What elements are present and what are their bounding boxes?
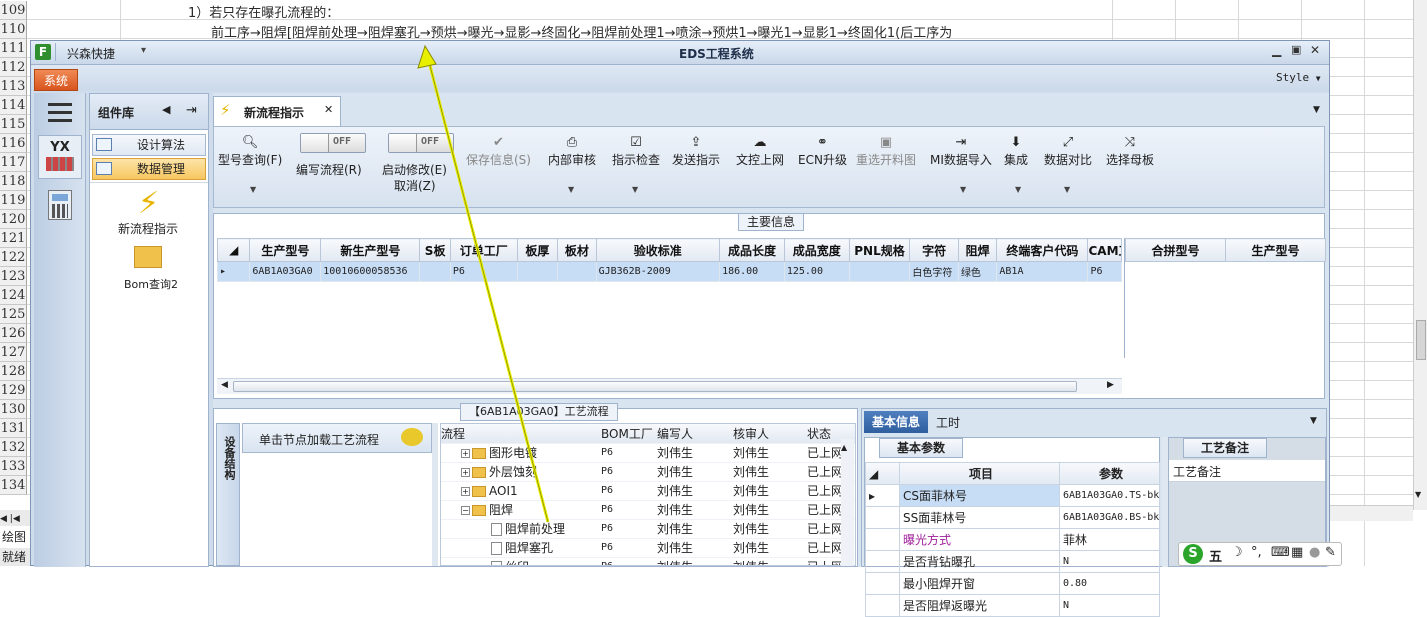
param-row[interactable]: 最小阻焊开窗 0.80 (865, 572, 1160, 595)
param-name: 是否阻焊返曝光 (899, 594, 1060, 617)
row-indicator (865, 594, 900, 617)
annotation-arrow (417, 44, 550, 523)
param-name: 最小阻焊开窗 (899, 572, 1060, 595)
arrow-line-edge (427, 57, 549, 523)
row-indicator (865, 572, 900, 595)
param-value[interactable]: 0.80 (1059, 572, 1160, 595)
param-value[interactable]: N (1059, 594, 1160, 617)
arrow-head (417, 44, 437, 69)
param-row[interactable]: 是否阻焊返曝光 N (865, 594, 1160, 617)
